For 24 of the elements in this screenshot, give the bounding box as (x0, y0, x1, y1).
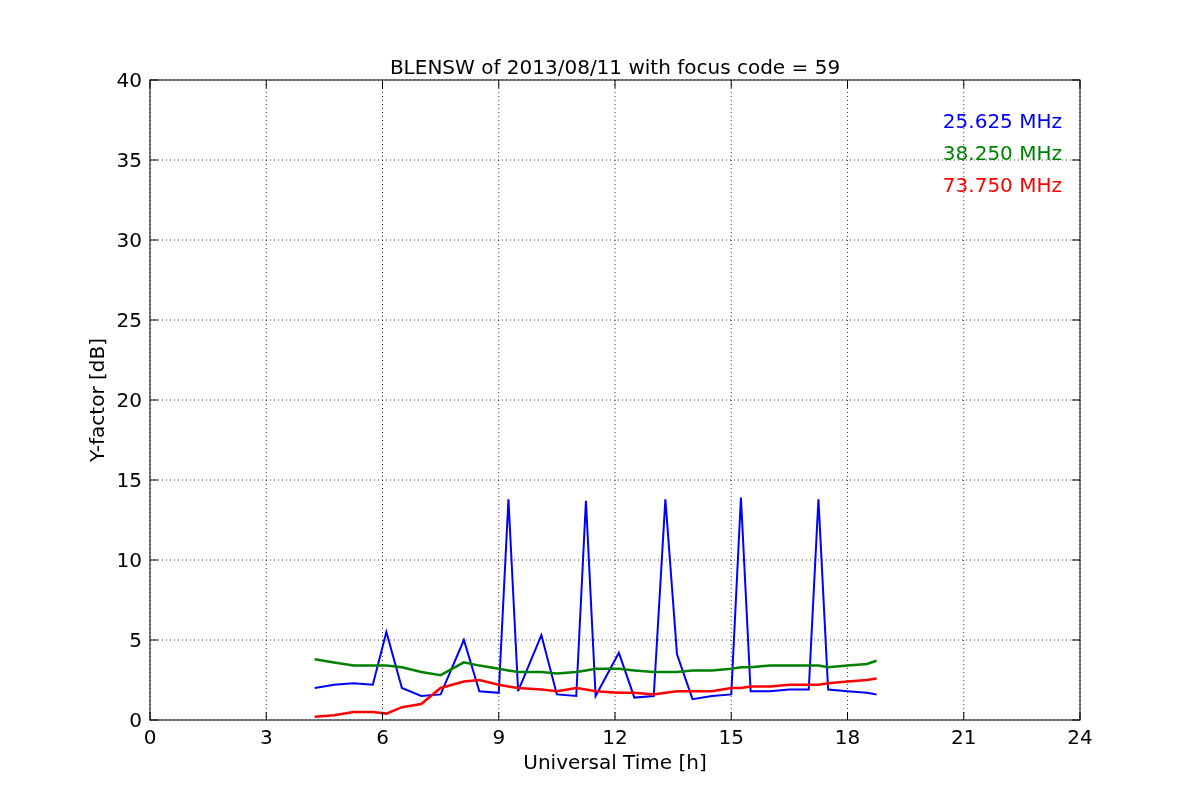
axis-tick-label: 35 (116, 148, 142, 172)
axis-tick-label: 0 (129, 708, 142, 732)
axis-tick-label: 5 (129, 628, 142, 652)
axis-tick-label: 12 (602, 725, 628, 749)
chart-title: BLENSW of 2013/08/11 with focus code = 59 (389, 55, 841, 79)
legend-label: 38.250 MHz (942, 141, 1062, 165)
axis-tick-label: 20 (116, 388, 142, 412)
axis-label: Universal Time [h] (523, 750, 707, 774)
axis-label: Y-factor [dB] (85, 338, 109, 462)
legend-label: 25.625 MHz (942, 109, 1062, 133)
axis-tick-label: 15 (116, 468, 142, 492)
axis-tick-label: 6 (376, 725, 389, 749)
axis-tick-label: 9 (492, 725, 506, 749)
axis-tick-label: 3 (259, 725, 273, 749)
axis-tick-label: 10 (116, 548, 142, 572)
legend-label: 73.750 MHz (942, 173, 1062, 197)
axis-tick-label: 21 (951, 725, 977, 749)
axis-tick-label: 15 (718, 725, 744, 749)
axis-tick-label: 24 (1067, 725, 1093, 749)
axis-tick-label: 25 (116, 308, 142, 332)
axis-tick-label: 18 (834, 725, 861, 749)
axis-tick-label: 30 (116, 228, 142, 252)
axis-tick-label: 40 (116, 68, 142, 92)
axis-tick-label: 0 (143, 725, 157, 749)
